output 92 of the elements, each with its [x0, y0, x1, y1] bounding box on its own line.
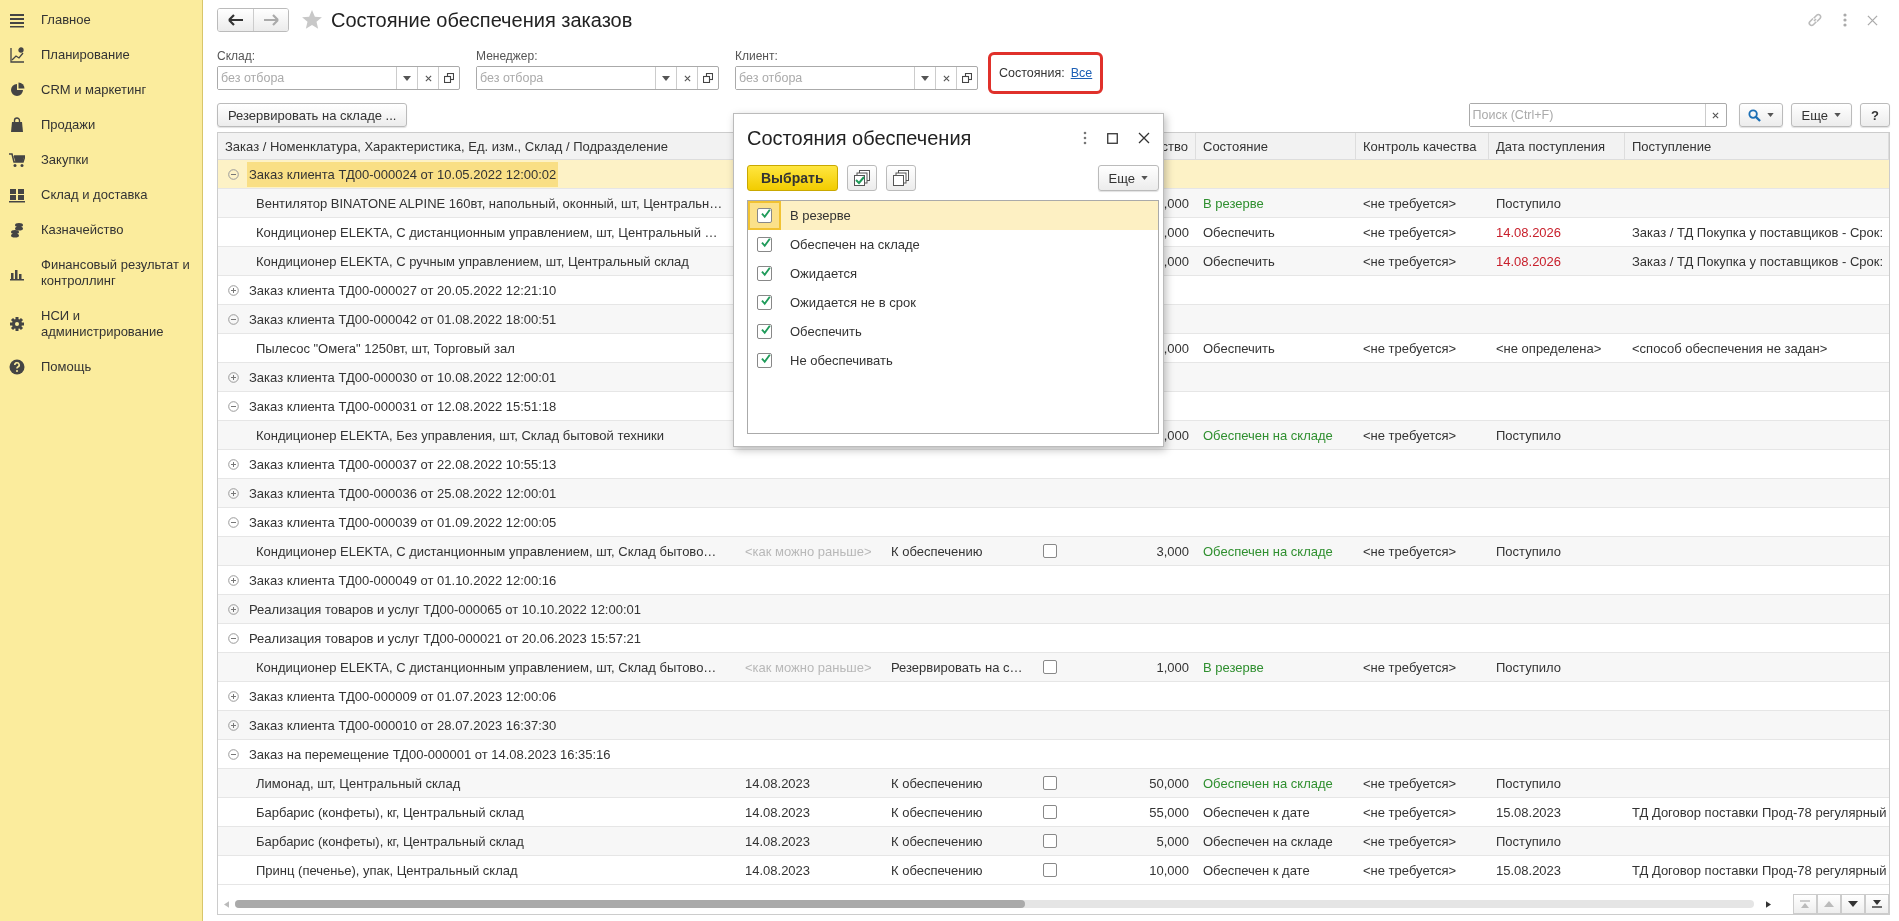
- group-title: Заказ клиента ТД00-000042 от 01.08.2022 18:00:51: [248, 310, 558, 329]
- group-title: Заказ клиента ТД00-000037 от 22.08.2022 10:55:13: [248, 455, 558, 474]
- action-text: К обеспечению: [891, 833, 983, 849]
- date-text: <как можно раньше>: [745, 659, 872, 675]
- date-text: 14.08.2023: [745, 804, 811, 820]
- quantity-text: 55,000: [1149, 804, 1189, 820]
- item-name: Лимонад, шт, Центральный склад: [256, 775, 461, 791]
- arrival-date-text: Поступило: [1496, 659, 1561, 675]
- quantity-text: 5,000: [1156, 833, 1189, 849]
- group-title: Заказ клиента ТД00-000024 от 10.05.2022 12:00:02: [247, 161, 559, 187]
- quality-text: <не требуется>: [1363, 775, 1457, 791]
- action-text: К обеспечению: [891, 543, 983, 559]
- group-title: Заказ клиента ТД00-000030 от 10.08.2022 12:00:01: [248, 368, 558, 387]
- item-name: Кондиционер ELEKTA, С ручным управлением, шт, Центральный склад: [256, 253, 689, 269]
- state-text: Обеспечен на складе: [1203, 427, 1333, 443]
- arrival-date-text: Поступило: [1496, 543, 1561, 559]
- states-label: Состояния:: [999, 66, 1065, 80]
- arrival-date-text: Поступило: [1496, 427, 1561, 443]
- quality-text: <не требуется>: [1363, 804, 1457, 820]
- state-text: Обеспечен на складе: [1203, 543, 1333, 559]
- quality-text: <не требуется>: [1363, 253, 1457, 269]
- state-text: Обеспечить: [1203, 253, 1275, 269]
- quantity-text: ,000: [1163, 427, 1189, 443]
- arrival-date-text: 14.08.2026: [1496, 253, 1562, 269]
- date-text: 14.08.2023: [745, 862, 811, 878]
- quantity-text: ,000: [1163, 340, 1189, 356]
- arrival-text: <способ обеспечения не задан>: [1632, 340, 1828, 356]
- quality-text: <не требуется>: [1363, 427, 1457, 443]
- group-title: Заказ клиента ТД00-000010 от 28.07.2023 16:37:30: [248, 716, 558, 735]
- state-text: Обеспечить: [1203, 340, 1275, 356]
- state-text: Обеспечить: [1203, 224, 1275, 240]
- arrival-text: Заказ / ТД Покупка у поставщиков - Срок:: [1632, 224, 1884, 240]
- group-title: Заказ клиента ТД00-000049 от 01.10.2022 12:00:16: [248, 571, 558, 590]
- state-text: В резерве: [1203, 195, 1264, 211]
- state-text: В резерве: [1203, 659, 1264, 675]
- arrival-date-text: Поступило: [1496, 833, 1561, 849]
- group-title: Заказ клиента ТД00-000009 от 01.07.2023 12:00:06: [248, 687, 558, 706]
- quantity-text: ,000: [1163, 253, 1189, 269]
- state-text: Обеспечен на складе: [1203, 833, 1333, 849]
- group-title: Заказ клиента ТД00-000027 от 20.05.2022 12:21:10: [248, 281, 558, 300]
- arrival-date-text: Поступило: [1496, 775, 1561, 791]
- arrival-text: ТД Договор поставки Прод-78 регулярный: [1632, 862, 1887, 878]
- group-title: Заказ клиента ТД00-000039 от 01.09.2022 12:00:05: [248, 513, 558, 532]
- quantity-text: 3,000: [1156, 543, 1189, 559]
- group-title: Заказ клиента ТД00-000031 от 12.08.2022 15:51:18: [248, 397, 558, 416]
- item-name: Кондиционер ELEKTA, Без управления, шт, Склад бытовой техники: [256, 427, 665, 443]
- field-label: Менеджер:: [476, 49, 539, 63]
- quantity-text: 1,000: [1156, 659, 1189, 675]
- quality-text: <не требуется>: [1363, 543, 1457, 559]
- date-text: <как можно раньше>: [745, 543, 872, 559]
- group-title: Реализация товаров и услуг ТД00-000021 от 20.06.2023 15:57:21: [248, 629, 642, 648]
- quality-text: <не требуется>: [1363, 224, 1457, 240]
- arrival-date-text: 15.08.2023: [1496, 804, 1562, 820]
- action-text: Резервировать на с…: [891, 659, 1023, 675]
- popup-title: Состояния обеспечения: [747, 126, 972, 150]
- item-name: Вентилятор BINATONE ALPINE 160вт, напольный, оконный, шт, Центральн…: [256, 195, 723, 211]
- date-text: 14.08.2023: [745, 775, 811, 791]
- action-text: К обеспечению: [891, 804, 983, 820]
- arrival-date-text: 15.08.2023: [1496, 862, 1562, 878]
- arrival-date-text: Поступило: [1496, 195, 1561, 211]
- item-name: Барбарис (конфеты), кг, Центральный склад: [256, 833, 524, 849]
- quality-text: <не требуется>: [1363, 340, 1457, 356]
- quantity-text: ,000: [1163, 224, 1189, 240]
- state-text: Обеспечен к дате: [1203, 804, 1310, 820]
- arrival-text: ТД Договор поставки Прод-78 регулярный: [1632, 804, 1887, 820]
- quantity-text: 10,000: [1149, 862, 1189, 878]
- item-name: Кондиционер ELEKTA, С дистанционным управлением, шт, Склад бытово…: [256, 543, 717, 559]
- quality-text: <не требуется>: [1363, 833, 1457, 849]
- field-label: Клиент:: [735, 49, 779, 63]
- arrival-date-text: <не определена>: [1496, 340, 1602, 356]
- quantity-text: 50,000: [1149, 775, 1189, 791]
- quality-text: <не требуется>: [1363, 659, 1457, 675]
- quality-text: <не требуется>: [1363, 862, 1457, 878]
- field-label: Склад:: [217, 49, 257, 63]
- group-title: Заказ клиента ТД00-000036 от 25.08.2022 12:00:01: [248, 484, 558, 503]
- group-title: Заказ на перемещение ТД00-000001 от 14.08.2023 16:35:16: [248, 745, 612, 764]
- action-text: К обеспечению: [891, 775, 983, 791]
- item-name: Принц (печенье), упак, Центральный склад: [256, 862, 518, 878]
- group-title: Реализация товаров и услуг ТД00-000065 от 10.10.2022 12:00:01: [248, 600, 642, 619]
- arrival-date-text: 14.08.2026: [1496, 224, 1562, 240]
- item-name: Кондиционер ELEKTA, С дистанционным управлением, шт, Центральный …: [256, 224, 718, 240]
- date-text: 14.08.2023: [745, 833, 811, 849]
- item-name: Кондиционер ELEKTA, С дистанционным управлением, шт, Склад бытово…: [256, 659, 717, 675]
- quality-text: <не требуется>: [1363, 195, 1457, 211]
- quantity-text: ,000: [1163, 195, 1189, 211]
- arrival-text: Заказ / ТД Покупка у поставщиков - Срок:: [1632, 253, 1884, 269]
- item-name: Барбарис (конфеты), кг, Центральный склад: [256, 804, 524, 820]
- window-title: Состояние обеспечения заказов: [331, 8, 633, 32]
- action-text: К обеспечению: [891, 862, 983, 878]
- item-name: Пылесос "Омега" 1250вт, шт, Торговый зал: [256, 340, 515, 356]
- state-text: Обеспечен к дате: [1203, 862, 1310, 878]
- state-text: Обеспечен на складе: [1203, 775, 1333, 791]
